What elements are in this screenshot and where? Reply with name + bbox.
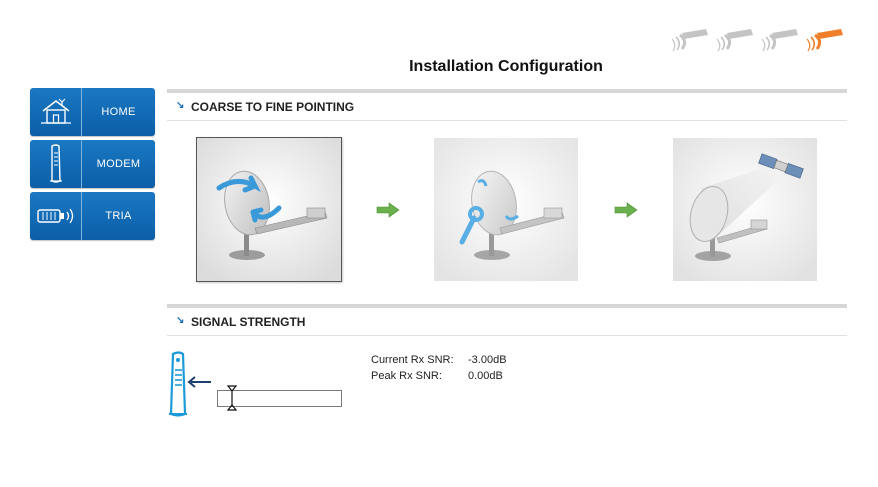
pointing-section-header: ↘ COARSE TO FINE POINTING bbox=[167, 96, 847, 121]
section-arrow-icon: ↘ bbox=[176, 100, 185, 111]
next-step-arrow-icon bbox=[376, 202, 400, 218]
peak-snr-value: 0.00dB bbox=[468, 370, 503, 382]
step-icon bbox=[671, 29, 708, 52]
peak-snr-label: Peak Rx SNR: bbox=[371, 370, 442, 382]
current-snr-row: Current Rx SNR: -3.00dB bbox=[371, 354, 507, 366]
peak-marker-icon bbox=[226, 385, 237, 411]
side-nav: HOME MODEM TRIA bbox=[30, 88, 155, 244]
nav-home-label: HOME bbox=[101, 106, 136, 118]
modem-signal-icon bbox=[169, 351, 211, 417]
signal-section-header: ↘ SIGNAL STRENGTH bbox=[167, 311, 847, 336]
page-title: Installation Configuration bbox=[409, 58, 603, 75]
nav-home-button[interactable]: HOME bbox=[30, 88, 155, 136]
pointing-section-title: COARSE TO FINE POINTING bbox=[191, 100, 355, 114]
peak-snr-row: Peak Rx SNR: 0.00dB bbox=[371, 370, 503, 382]
section-divider bbox=[167, 304, 847, 308]
signal-section-title: SIGNAL STRENGTH bbox=[191, 315, 306, 329]
step-icon bbox=[716, 29, 753, 52]
step-active-icon bbox=[806, 29, 843, 52]
current-snr-value: -3.00dB bbox=[468, 354, 507, 366]
tria-transceiver-icon bbox=[30, 192, 82, 240]
step-icon bbox=[761, 29, 798, 52]
satellite-pointing-image[interactable] bbox=[673, 138, 817, 281]
section-divider bbox=[167, 89, 847, 93]
nav-modem-button[interactable]: MODEM bbox=[30, 140, 155, 188]
next-step-arrow-icon bbox=[614, 202, 638, 218]
nav-modem-label: MODEM bbox=[96, 158, 141, 170]
fine-pointing-image[interactable] bbox=[434, 138, 578, 281]
modem-icon bbox=[30, 140, 82, 188]
house-icon bbox=[30, 88, 82, 136]
nav-tria-button[interactable]: TRIA bbox=[30, 192, 155, 240]
section-arrow-icon: ↘ bbox=[176, 315, 185, 326]
current-snr-label: Current Rx SNR: bbox=[371, 354, 454, 366]
step-indicator bbox=[668, 25, 846, 53]
coarse-pointing-image[interactable] bbox=[196, 137, 342, 282]
nav-tria-label: TRIA bbox=[105, 210, 132, 222]
